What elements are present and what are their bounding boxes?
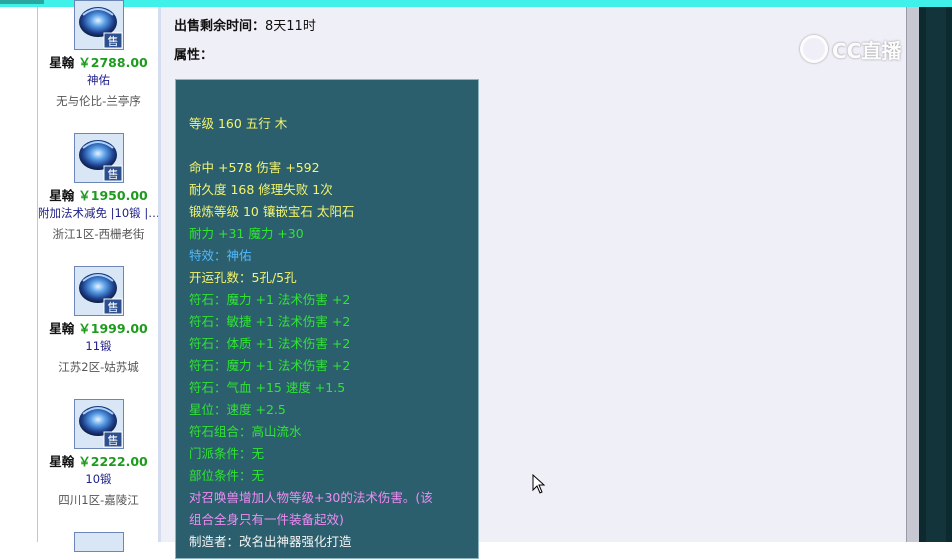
listing-title: 星翰 xyxy=(49,454,75,469)
attribute-line: 组合全身只有一件装备起效) xyxy=(189,512,344,527)
item-detail: 出售剩余时间：8天11时 属性： 等级 160 五行 木命中 +578 伤害 +… xyxy=(161,7,906,559)
attribute-line: 符石组合：高山流水 xyxy=(189,424,302,439)
listing-title: 星翰 xyxy=(49,188,75,203)
attribute-line: 等级 160 五行 木 xyxy=(189,116,288,131)
gem-icon: 售 xyxy=(75,134,123,182)
attribute-line: 符石：敏捷 +1 法术伤害 +2 xyxy=(189,314,351,329)
listing-title: 星翰 xyxy=(49,321,75,336)
listing-price-line[interactable]: 星翰 ￥2222.00 xyxy=(38,451,159,470)
sale-time-row: 出售剩余时间：8天11时 xyxy=(174,15,316,34)
attribute-line: 星位：速度 +2.5 xyxy=(189,402,286,417)
listing-server: 浙江1区-西栅老街 xyxy=(52,227,145,241)
watermark: CC直播 xyxy=(800,34,901,64)
listing-server: 无与伦比-兰亭序 xyxy=(56,94,141,108)
sell-badge: 售 xyxy=(108,300,119,314)
gem-icon: 售 xyxy=(75,400,123,448)
attribute-line: 符石：体质 +1 法术伤害 +2 xyxy=(189,336,351,351)
listing-tag: 神佑 xyxy=(87,73,110,87)
attribute-line: 锻炼等级 10 镶嵌宝石 太阳石 xyxy=(189,204,355,219)
attribute-line: 开运孔数：5孔/5孔 xyxy=(189,270,297,285)
cc-logo-icon xyxy=(800,35,828,63)
listing-title: 星翰 xyxy=(49,55,75,70)
listing-price: ￥2222.00 xyxy=(78,454,148,469)
listing-server: 江苏2区-姑苏城 xyxy=(58,360,139,374)
side-panel-inner xyxy=(926,7,946,542)
listing-tag: 附加法术减免 |10锻 |… xyxy=(38,206,159,220)
listing-price-line[interactable]: 星翰 ￥1999.00 xyxy=(38,318,159,337)
attribute-line: 耐力 +31 魔力 +30 xyxy=(189,226,304,241)
sale-time-label: 出售剩余时间： xyxy=(174,19,266,34)
sell-badge: 售 xyxy=(108,433,119,447)
gem-icon: 售 xyxy=(75,1,123,49)
attribute-line: 部位条件：无 xyxy=(189,468,265,483)
watermark-text: CC直播 xyxy=(832,38,902,63)
listing-thumbnail[interactable]: 售 xyxy=(74,133,124,183)
attribute-line: 特效：神佑 xyxy=(189,248,252,263)
attribute-line: 符石：魔力 +1 法术伤害 +2 xyxy=(189,358,351,373)
listing-column: 售星翰 ￥2788.00 神佑 无与伦比-兰亭序售星翰 ￥1950.00 附加法术减免 |… xyxy=(37,0,160,552)
attribute-line: 对召唤兽增加人物等级+30的法术伤害。(该 xyxy=(189,490,433,505)
attribute-panel: 等级 160 五行 木命中 +578 伤害 +592 耐久度 168 修理失败 1… xyxy=(175,79,479,559)
listing-tag: 11锻 xyxy=(85,339,112,353)
listing-thumbnail[interactable] xyxy=(74,532,124,552)
top-bar xyxy=(0,0,952,7)
sell-badge: 售 xyxy=(108,167,119,181)
top-tag xyxy=(0,0,44,4)
listing-tag: 10锻 xyxy=(85,472,112,486)
sell-badge: 售 xyxy=(108,34,119,48)
mouse-cursor-icon xyxy=(532,474,546,494)
listing-price: ￥1999.00 xyxy=(78,321,148,336)
scrollbar[interactable] xyxy=(906,7,920,542)
listing-thumbnail[interactable]: 售 xyxy=(74,399,124,449)
sale-time-value: 8天11时 xyxy=(265,19,316,34)
listing-price: ￥1950.00 xyxy=(78,188,148,203)
attribute-line: 符石：气血 +15 速度 +1.5 xyxy=(189,380,346,395)
attribute-line: 门派条件：无 xyxy=(189,446,265,461)
listing-thumbnail[interactable]: 售 xyxy=(74,0,124,50)
listing-price-line[interactable]: 星翰 ￥1950.00 xyxy=(38,185,159,204)
listing-thumbnail[interactable]: 售 xyxy=(74,266,124,316)
attribute-line: 命中 +578 伤害 +592 xyxy=(189,160,320,175)
attribute-line: 符石：魔力 +1 法术伤害 +2 xyxy=(189,292,351,307)
listing-server: 四川1区-嘉陵江 xyxy=(58,493,139,507)
gem-icon: 售 xyxy=(75,267,123,315)
listing-price-line[interactable]: 星翰 ￥2788.00 xyxy=(38,52,159,71)
listing-price: ￥2788.00 xyxy=(78,55,148,70)
attribute-line: 制造者：改名出神器强化打造 xyxy=(189,534,352,549)
attribute-line: 耐久度 168 修理失败 1次 xyxy=(189,182,333,197)
attr-heading: 属性： xyxy=(174,48,214,63)
